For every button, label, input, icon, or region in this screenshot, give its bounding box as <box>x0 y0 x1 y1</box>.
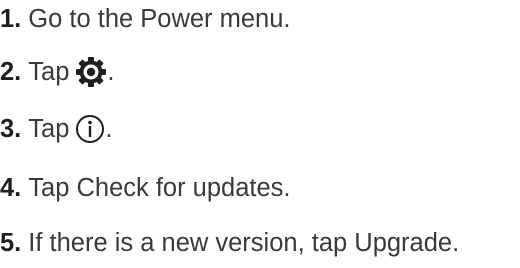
step-suffix: . <box>105 114 113 143</box>
step-number: 2. <box>0 57 22 86</box>
step-text: Tap <box>28 114 70 143</box>
step-2: 2. Tap . <box>0 55 115 89</box>
step-number: 4. <box>0 173 22 202</box>
step-number: 3. <box>0 114 22 143</box>
step-1: 1. Go to the Power menu. <box>0 2 291 36</box>
step-4: 4. Tap Check for updates. <box>0 171 291 205</box>
step-number: 1. <box>0 4 22 33</box>
step-suffix: . <box>107 57 115 86</box>
step-text: Tap <box>28 57 70 86</box>
step-text: Go to the Power menu. <box>28 4 291 33</box>
step-text: If there is a new version, tap Upgrade. <box>28 228 460 257</box>
step-number: 5. <box>0 228 22 257</box>
step-3: 3. Tap . <box>0 112 113 146</box>
info-circle-icon <box>75 114 105 144</box>
step-5: 5. If there is a new version, tap Upgrad… <box>0 226 459 260</box>
step-text: Tap Check for updates. <box>28 173 291 202</box>
gear-icon <box>75 56 107 88</box>
